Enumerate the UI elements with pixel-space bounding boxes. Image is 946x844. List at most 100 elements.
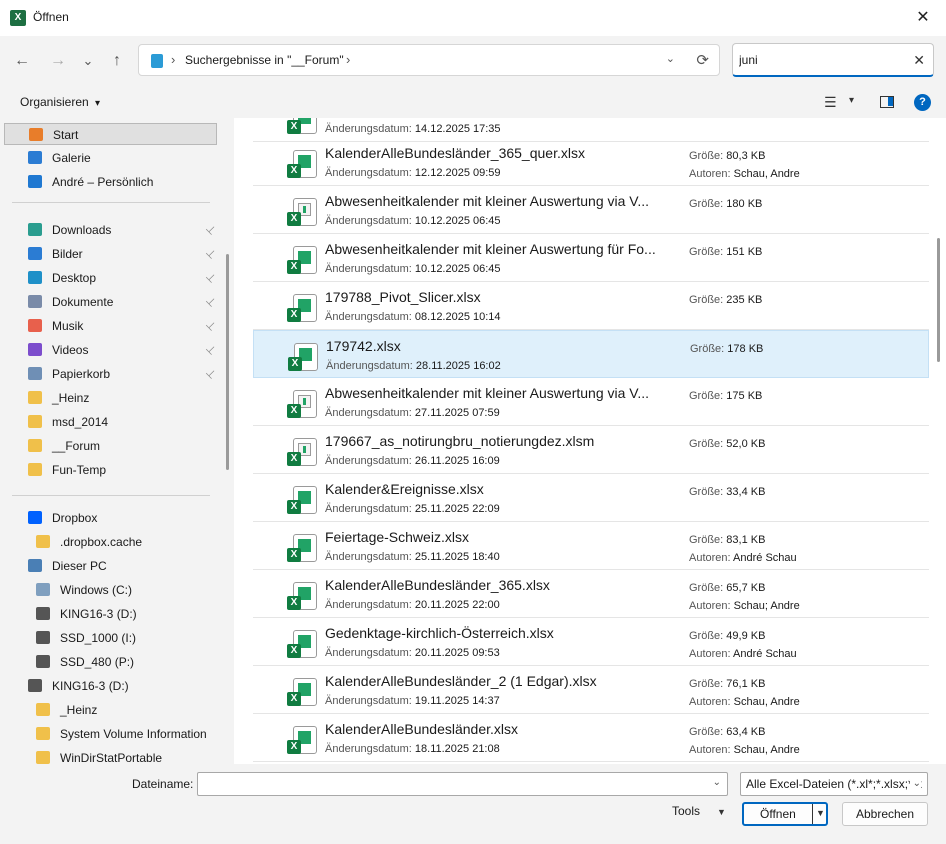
file-size: Größe: 52,0 KB: [689, 438, 766, 450]
folder-icon: [36, 751, 50, 764]
sidebar-item-label: _Heinz: [52, 391, 90, 405]
file-size: Größe: 33,4 KB: [689, 486, 766, 498]
file-size: Größe: 235 KB: [689, 294, 763, 306]
file-size: Größe: 76,1 KB: [689, 678, 766, 690]
open-options-dropdown[interactable]: ▼: [816, 808, 825, 818]
file-row[interactable]: X Feiertage-Schweiz.xlsx Änderungsdatum: 2…: [253, 522, 929, 570]
file-name: 179742.xlsx: [326, 338, 401, 354]
dialog-title: Öffnen: [33, 10, 69, 24]
file-row[interactable]: X Kalender&Ereignisse.xlsx Änderungsdatum:…: [253, 474, 929, 522]
file-type-filter-value: Alle Excel-Dateien (*.xl*;*.xlsx;*.x: [746, 777, 923, 791]
chevron-down-icon[interactable]: ▼: [717, 807, 726, 817]
sidebar-item-label: KING16-3 (D:): [60, 607, 137, 621]
pin-icon[interactable]: ⊥: [200, 219, 222, 241]
help-icon[interactable]: ?: [914, 94, 931, 111]
chevron-down-icon[interactable]: ⌄: [713, 777, 721, 788]
view-options-dropdown[interactable]: ▾: [849, 95, 854, 106]
close-button[interactable]: ✕: [900, 0, 946, 36]
file-row[interactable]: X 179667_as_notirungbru_notierungdez.xlsm…: [253, 426, 929, 474]
breadcrumb-separator[interactable]: ›: [346, 52, 350, 67]
file-row[interactable]: X KalenderAlleBundesländer_365.xlsx Änderu…: [253, 570, 929, 618]
sidebar-item-label: Dokumente: [52, 295, 114, 309]
search-box[interactable]: ✕: [732, 43, 934, 77]
folder-icon: [28, 439, 42, 452]
sidebar-item-label: André – Persönlich: [52, 175, 154, 189]
refresh-icon[interactable]: ⟳: [696, 51, 709, 69]
clear-search-icon[interactable]: ✕: [913, 52, 925, 69]
sidebar-scrollbar[interactable]: [226, 254, 229, 470]
file-date: Änderungsdatum: 20.11.2025 09:53: [325, 647, 500, 659]
back-button[interactable]: ←: [8, 48, 36, 74]
excel-file-icon: X: [287, 294, 317, 324]
file-row[interactable]: X KalenderAlleBundesländer_2 (1 Edgar).xl…: [253, 666, 929, 714]
cancel-button[interactable]: Abbrechen: [842, 802, 928, 826]
file-authors: Autoren: André Schau: [689, 552, 797, 564]
file-date: Änderungsdatum: 14.12.2025 17:35: [325, 123, 501, 135]
tools-button[interactable]: Tools: [672, 804, 700, 818]
drive-icon: [36, 607, 50, 620]
file-row[interactable]: X Abwesenheitkalender mit kleiner Auswert…: [253, 234, 929, 282]
file-date: Änderungsdatum: 27.11.2025 07:59: [325, 407, 500, 419]
forward-button[interactable]: →: [44, 48, 72, 74]
file-name: 179788_Pivot_Slicer.xlsx: [325, 289, 481, 305]
up-button[interactable]: ↑: [103, 48, 131, 74]
breadcrumb-separator[interactable]: ›: [171, 52, 175, 67]
file-row[interactable]: X 179742.xlsx Änderungsdatum: 28.11.2025 1…: [253, 330, 929, 378]
address-dropdown-icon[interactable]: ⌄: [666, 52, 675, 65]
file-row[interactable]: X Gedenktage-kirchlich-Österreich.xlsx Änd…: [253, 618, 929, 666]
command-bar: Organisieren ▾ ☰ ▾ ?: [0, 86, 946, 118]
desktop-icon: [28, 271, 42, 284]
excel-file-icon: X: [287, 630, 317, 660]
pin-icon[interactable]: ⊥: [200, 291, 222, 313]
recent-locations-button[interactable]: ⌄: [74, 48, 102, 74]
pin-icon[interactable]: ⊥: [200, 315, 222, 337]
file-date: Änderungsdatum: 12.12.2025 09:59: [325, 167, 501, 179]
sidebar-item-label: Desktop: [52, 271, 97, 285]
filename-input[interactable]: ⌄: [197, 772, 728, 796]
sidebar-item-label: Papierkorb: [52, 367, 111, 381]
file-size: Größe: 63,4 KB: [689, 726, 766, 738]
breadcrumb-search-results[interactable]: Suchergebnisse in "__Forum": [185, 53, 344, 67]
file-name: KalenderAlleBundesländer_2 (1 Edgar).xls…: [325, 673, 597, 689]
file-row[interactable]: X 179788_Pivot_Slicer.xlsx Änderungsdatum:…: [253, 282, 929, 330]
file-row[interactable]: X KalenderAlleBundesländer_365_quer.xlsx Ä…: [253, 138, 929, 186]
file-row[interactable]: X KalenderAlleBundesländer.xlsx Änderungsd…: [253, 714, 929, 762]
pictures-icon: [28, 247, 42, 260]
sidebar-item-label: Windows (C:): [60, 583, 133, 597]
pin-icon[interactable]: ⊥: [200, 267, 222, 289]
navigation-pane: Start Galerie André – Persönlich Downloads…: [0, 118, 234, 764]
excel-file-icon: X: [287, 486, 317, 516]
file-row[interactable]: X Abwesenheitkalender mit kleiner Auswert…: [253, 378, 929, 426]
excel-file-icon: X: [287, 150, 317, 180]
chevron-down-icon[interactable]: ⌄: [909, 773, 921, 795]
organize-menu[interactable]: Organisieren ▾: [20, 95, 100, 109]
sidebar-item-label: Start: [53, 128, 79, 142]
sidebar-item-start[interactable]: Start: [4, 123, 217, 145]
sidebar-item-label: Fun-Temp: [52, 463, 107, 477]
file-size: Größe: 178 KB: [690, 343, 764, 355]
file-authors: Autoren: Schau, Andre: [689, 696, 800, 708]
excel-macro-file-icon: X: [287, 198, 317, 228]
file-name: KalenderAlleBundesländer_365_quer.xlsx: [325, 145, 585, 161]
sidebar-item-label: SSD_1000 (I:): [60, 631, 137, 645]
address-bar[interactable]: › Suchergebnisse in "__Forum" › ⌄ ⟳: [138, 44, 720, 76]
pc-icon: [28, 559, 42, 572]
preview-pane-icon[interactable]: [880, 96, 894, 108]
open-button[interactable]: Öffnen ▼: [742, 802, 828, 826]
sidebar-item-label: WinDirStatPortable: [60, 751, 163, 764]
title-bar: X Öffnen ✕: [0, 0, 946, 36]
file-authors: Autoren: Schau; Andre: [689, 600, 800, 612]
pin-icon[interactable]: ⊥: [200, 339, 222, 361]
dropbox-icon: [28, 511, 42, 524]
search-input[interactable]: [739, 51, 909, 69]
file-type-filter[interactable]: Alle Excel-Dateien (*.xl*;*.xlsx;*.x ⌄: [740, 772, 928, 796]
file-list-scrollbar[interactable]: [937, 238, 940, 362]
file-date: Änderungsdatum: 28.11.2025 16:02: [326, 360, 501, 372]
view-options-icon[interactable]: ☰: [824, 94, 837, 111]
pin-icon[interactable]: ⊥: [200, 363, 222, 385]
file-size: Größe: 49,9 KB: [689, 630, 766, 642]
file-row[interactable]: X Abwesenheitkalender mit kleiner Auswert…: [253, 186, 929, 234]
excel-file-icon: X: [287, 534, 317, 564]
drive-icon: [28, 679, 42, 692]
pin-icon[interactable]: ⊥: [200, 243, 222, 265]
